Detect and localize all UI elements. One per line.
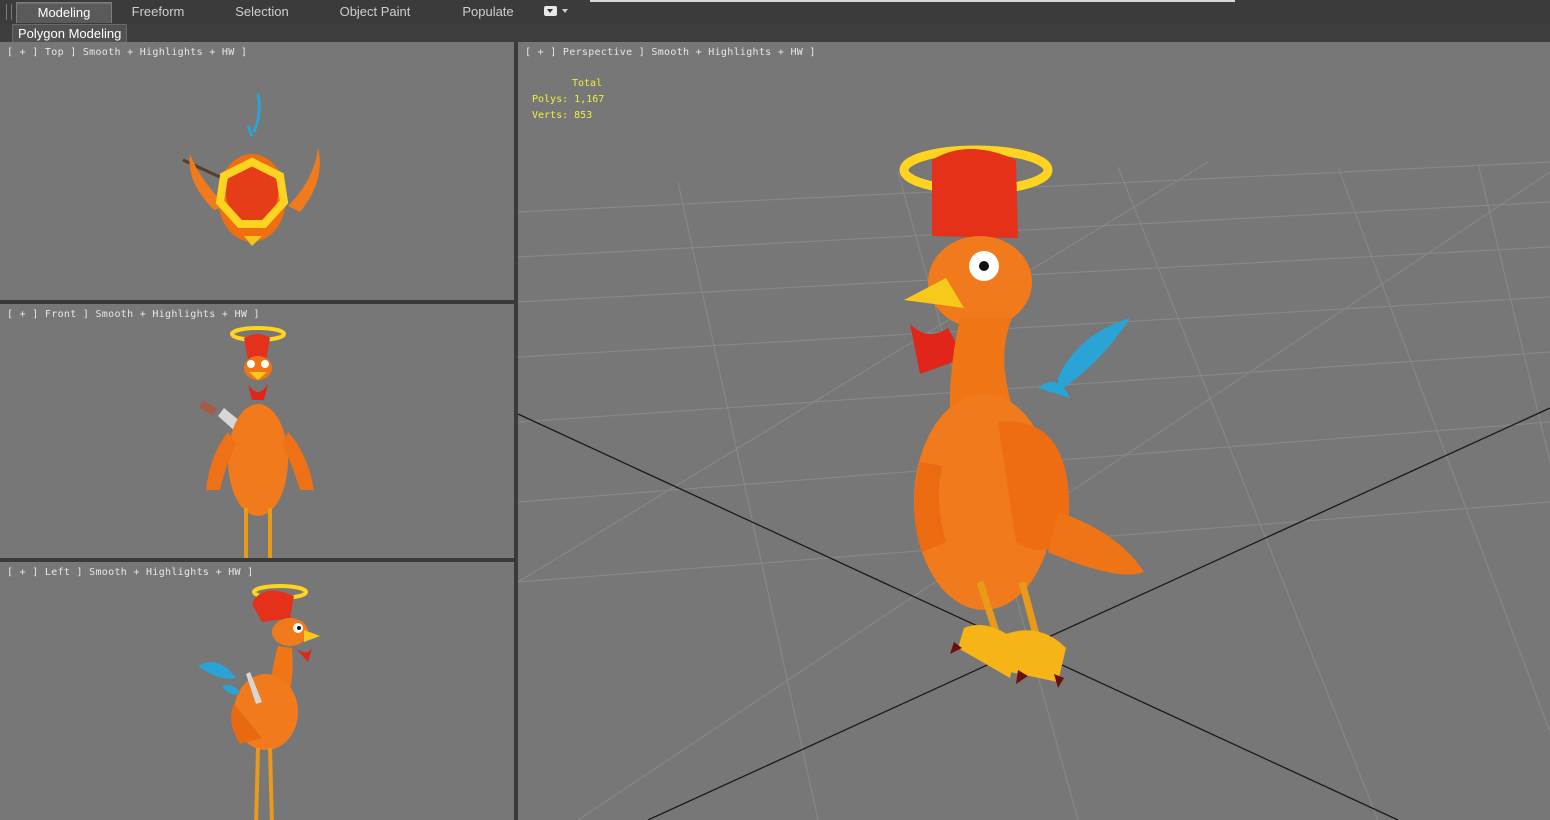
perspective-scene [518, 145, 1550, 820]
tab-populate[interactable]: Populate [448, 2, 528, 22]
viewport-top[interactable]: [ + ] Top ] Smooth + Highlights + HW ] [0, 42, 514, 300]
rooster-top-view [182, 93, 320, 246]
tab-selection[interactable]: Selection [222, 2, 302, 22]
ribbon-options-icon[interactable] [544, 6, 572, 18]
tab-freeform[interactable]: Freeform [118, 2, 198, 22]
tab-object-paint[interactable]: Object Paint [328, 2, 422, 22]
ribbon-grip-handle[interactable] [6, 4, 12, 20]
rooster-left-view [198, 584, 320, 820]
rooster-front-view [199, 326, 314, 558]
panel-polygon-modeling[interactable]: Polygon Modeling [12, 24, 128, 43]
tab-modeling[interactable]: Modeling [16, 2, 112, 23]
viewport-front[interactable]: [ + ] Front ] Smooth + Highlights + HW ] [0, 304, 514, 558]
viewport-perspective[interactable]: [ + ] Perspective ] Smooth + Highlights … [518, 42, 1550, 820]
viewport-area: [ + ] Top ] Smooth + Highlights + HW ] [… [0, 42, 1550, 820]
viewport-left[interactable]: [ + ] Left ] Smooth + Highlights + HW ] [0, 562, 514, 820]
ribbon-panel-bar: Polygon Modeling [0, 24, 1550, 43]
ribbon-divider-line [590, 0, 1235, 2]
ribbon-tab-bar: Modeling Freeform Selection Object Paint… [0, 0, 1550, 25]
